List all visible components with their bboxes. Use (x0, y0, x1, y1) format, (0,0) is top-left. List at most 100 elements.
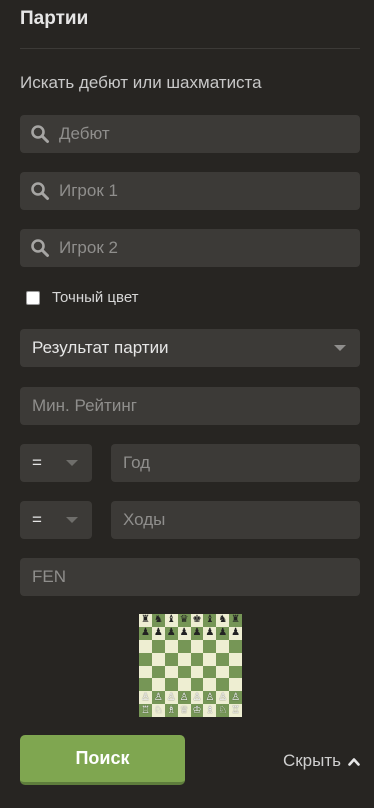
search-button[interactable]: Поиск (20, 735, 185, 785)
board-square (139, 665, 152, 679)
opening-input[interactable]: Дебют (20, 115, 360, 153)
year-input[interactable]: Год (111, 444, 360, 482)
board-square (190, 665, 204, 679)
search-icon (29, 237, 51, 259)
board-square (216, 678, 230, 692)
board-square: ♖ (229, 704, 242, 717)
panel-title: Партии (20, 8, 89, 29)
chess-board-preview[interactable]: ♜ ♞ ♝ ♛ ♚ ♝ ♞ ♜ ♟ ♟ ♟ ♟ ♟ ♟ ♟ ♟ ♙ ♙ ♙ ♙ ♙ ♙ ♙ ♙ ♖ ♘ ♗ ♕ ♔ ♗ ♘ ♖ (139, 614, 242, 717)
min-rating-input[interactable]: Мин. Рейтинг (20, 387, 360, 425)
chess-piece: ♟ (140, 627, 150, 639)
chevron-up-icon (348, 751, 360, 771)
board-square: ♙ (164, 691, 178, 705)
board-square (151, 678, 165, 692)
board-square (139, 639, 152, 653)
chess-piece: ♘ (218, 704, 228, 716)
board-square: ♜ (139, 614, 152, 627)
panel-subtitle: Искать дебют или шахматиста (20, 73, 262, 92)
board-square (229, 665, 242, 679)
hide-link-label: Скрыть (282, 751, 341, 770)
exact-color-label: Точный цвет (52, 289, 139, 306)
chess-piece: ♞ (218, 614, 228, 626)
year-operator-select[interactable]: = (20, 444, 92, 482)
chess-piece: ♙ (153, 691, 163, 703)
board-square: ♞ (216, 614, 230, 627)
chess-piece: ♜ (231, 614, 241, 626)
board-square (151, 665, 165, 679)
result-select-value: Результат партии (32, 338, 169, 357)
board-square: ♕ (177, 704, 191, 717)
board-square: ♙ (216, 691, 230, 705)
board-square (203, 678, 217, 692)
board-square (229, 652, 242, 666)
board-square (151, 652, 165, 666)
board-square (229, 639, 242, 653)
player2-placeholder: Игрок 2 (59, 238, 118, 257)
board-square: ♙ (203, 691, 217, 705)
board-square: ♟ (139, 626, 152, 640)
board-square (229, 678, 242, 692)
board-square (190, 639, 204, 653)
board-square: ♟ (216, 626, 230, 640)
board-square: ♙ (229, 691, 242, 705)
chess-piece: ♘ (153, 704, 163, 716)
year-operator-value: = (32, 453, 42, 472)
chess-piece: ♜ (140, 614, 150, 626)
chess-piece: ♙ (192, 691, 202, 703)
caret-down-icon (66, 460, 78, 466)
board-square: ♟ (190, 626, 204, 640)
caret-down-icon (334, 345, 346, 351)
moves-input[interactable]: Ходы (111, 501, 360, 539)
board-square (164, 678, 178, 692)
board-square (177, 665, 191, 679)
board-square: ♔ (190, 704, 204, 717)
hide-link[interactable]: Скрыть (283, 751, 360, 771)
divider (20, 48, 360, 49)
board-square (216, 665, 230, 679)
board-square: ♙ (139, 691, 152, 705)
year-placeholder: Год (123, 453, 151, 472)
board-square: ♗ (164, 704, 178, 717)
chess-piece: ♙ (166, 691, 176, 703)
board-square: ♙ (151, 691, 165, 705)
board-square (151, 639, 165, 653)
board-square: ♝ (203, 614, 217, 627)
chess-piece: ♔ (192, 704, 202, 716)
board-square (190, 678, 204, 692)
exact-color-checkbox[interactable] (26, 290, 40, 305)
player2-input[interactable]: Игрок 2 (20, 229, 360, 267)
board-square (203, 665, 217, 679)
fen-input[interactable]: FEN (20, 558, 360, 596)
board-square (164, 652, 178, 666)
chess-piece: ♖ (231, 704, 241, 716)
moves-operator-select[interactable]: = (20, 501, 92, 539)
caret-down-icon (66, 517, 78, 523)
board-square (177, 652, 191, 666)
player1-placeholder: Игрок 1 (59, 181, 118, 200)
chess-piece: ♟ (192, 627, 202, 639)
chess-piece: ♛ (179, 614, 189, 626)
board-square (216, 639, 230, 653)
board-square: ♙ (190, 691, 204, 705)
board-square: ♖ (139, 704, 152, 717)
board-square (203, 652, 217, 666)
chess-piece: ♙ (231, 691, 241, 703)
board-square: ♟ (177, 626, 191, 640)
opening-placeholder: Дебют (59, 124, 110, 143)
chess-piece: ♙ (179, 691, 189, 703)
chess-piece: ♙ (140, 691, 150, 703)
chess-piece: ♟ (231, 627, 241, 639)
board-square (190, 652, 204, 666)
player1-input[interactable]: Игрок 1 (20, 172, 360, 210)
result-select[interactable]: Результат партии (20, 329, 360, 367)
search-icon (29, 123, 51, 145)
board-square (139, 652, 152, 666)
chess-piece: ♗ (205, 704, 215, 716)
board-square (164, 639, 178, 653)
chess-piece: ♟ (218, 627, 228, 639)
chess-piece: ♝ (166, 614, 176, 626)
board-square: ♞ (151, 614, 165, 627)
board-square (203, 639, 217, 653)
exact-color-option[interactable]: Точный цвет (26, 289, 139, 306)
board-square: ♘ (151, 704, 165, 717)
